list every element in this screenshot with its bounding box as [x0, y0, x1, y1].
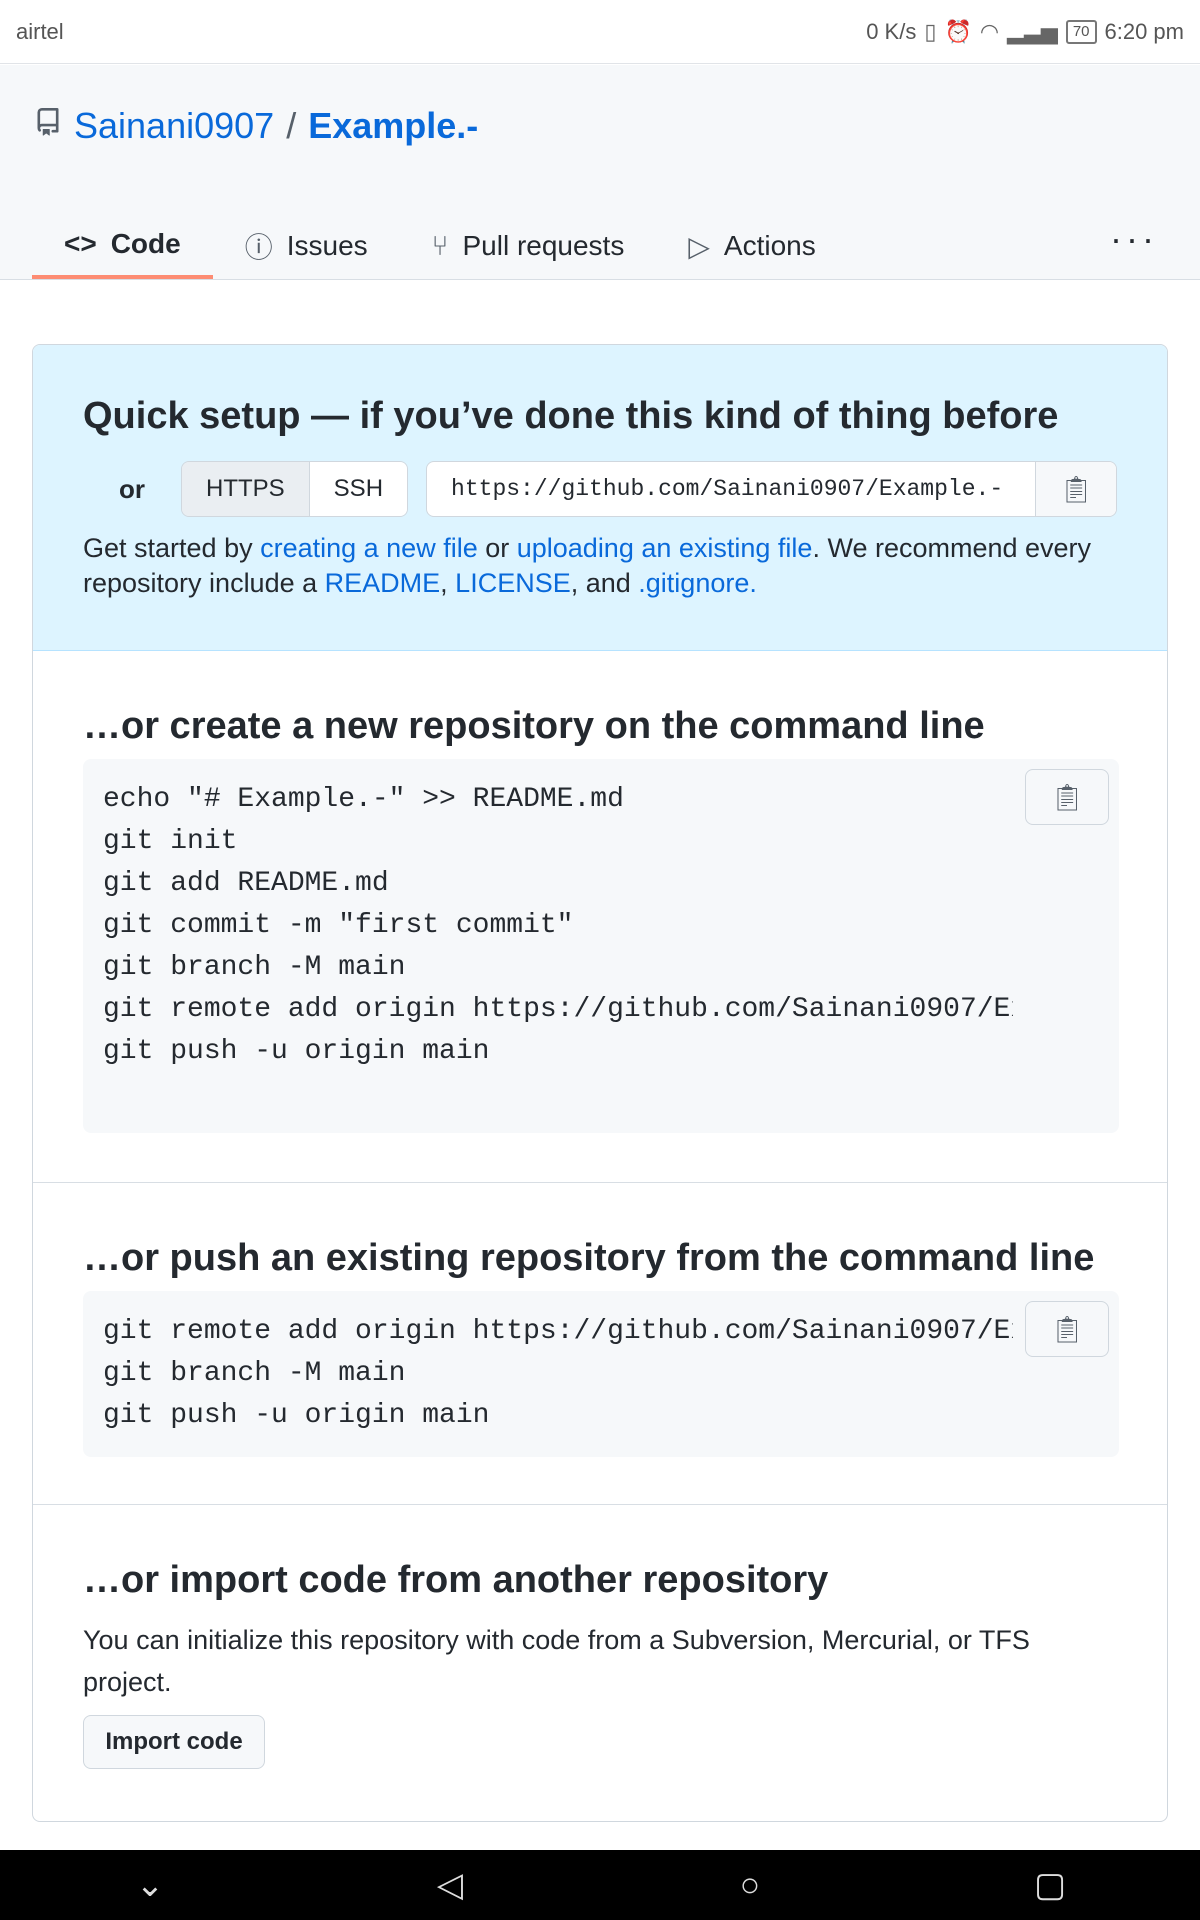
desc-text: or — [477, 533, 517, 563]
repo-header: Sainani0907 / Example.- <> Code ⓘ Issues… — [0, 65, 1200, 280]
network-speed: 0 K/s — [866, 18, 917, 44]
clipboard-icon: 📋︎ — [1050, 1313, 1084, 1344]
or-label: or — [119, 473, 145, 504]
https-button[interactable]: HTTPS — [182, 462, 310, 516]
repo-title: Sainani0907 / Example.- — [34, 105, 478, 147]
ssh-button[interactable]: SSH — [309, 462, 408, 516]
more-options-button[interactable]: ··· — [1110, 218, 1168, 274]
desc-text: Get started by — [83, 533, 261, 563]
tab-code[interactable]: <> Code — [32, 213, 213, 279]
create-repo-title: …or create a new repository on the comma… — [83, 705, 985, 747]
tab-code-label: Code — [110, 228, 181, 259]
push-repo-code: git remote add origin https://github.com… — [83, 1291, 1119, 1457]
create-repo-section: …or create a new repository on the comma… — [33, 651, 1167, 1183]
tab-actions[interactable]: ▷ Actions — [656, 213, 847, 279]
battery-icon: 70 — [1065, 19, 1097, 44]
system-nav-bar: ⌄ ◁ ○ ▢ — [0, 1850, 1200, 1920]
home-icon[interactable]: ○ — [690, 1866, 810, 1905]
import-section: …or import code from another repository … — [33, 1505, 1167, 1821]
kebab-horizontal-icon: ··· — [1110, 218, 1158, 259]
repo-name-link[interactable]: Example.- — [308, 105, 478, 147]
push-repo-title: …or push an existing repository from the… — [83, 1237, 1095, 1279]
create-repo-commands[interactable]: echo "# Example.-" >> README.md git init… — [103, 779, 1013, 1073]
repo-icon — [34, 105, 62, 147]
pull-request-icon: ⑂ — [431, 230, 449, 261]
quick-setup-title: Quick setup — if you’ve done this kind o… — [83, 395, 1059, 437]
tab-actions-label: Actions — [723, 230, 816, 261]
clipboard-icon: 📋︎ — [1059, 473, 1093, 504]
desc-text: . — [749, 568, 757, 598]
wifi-icon: ◠ — [979, 18, 1000, 44]
clock: 6:20 pm — [1104, 18, 1185, 44]
gitignore-link[interactable]: .gitignore — [638, 568, 749, 598]
repo-owner-link[interactable]: Sainani0907 — [74, 105, 274, 147]
alarm-icon: ⏰ — [944, 18, 972, 44]
tab-issues[interactable]: ⓘ Issues — [213, 213, 400, 279]
desc-text: , and — [570, 568, 639, 598]
chevron-down-icon[interactable]: ⌄ — [90, 1865, 210, 1905]
repo-separator: / — [286, 105, 297, 146]
quick-setup-description: Get started by creating a new file or up… — [83, 531, 1117, 601]
recents-icon[interactable]: ▢ — [990, 1865, 1110, 1905]
import-title: …or import code from another repository — [83, 1559, 829, 1601]
tab-pull-requests[interactable]: ⑂ Pull requests — [400, 213, 657, 279]
import-description: You can initialize this repository with … — [83, 1625, 1030, 1697]
back-icon[interactable]: ◁ — [390, 1865, 510, 1905]
clone-url-input[interactable]: https://github.com/Sainani0907/Example.- — [427, 462, 1035, 516]
repo-tabs: <> Code ⓘ Issues ⑂ Pull requests ▷ Actio… — [32, 213, 1168, 279]
status-icons: 0 K/s ▯ ⏰ ◠ ▂▃▅ 70 6:20 pm — [866, 19, 1184, 45]
issue-icon: ⓘ — [244, 232, 273, 263]
code-icon: <> — [64, 228, 97, 259]
signal-icon: ▂▃▅ — [1007, 18, 1058, 44]
license-link[interactable]: LICENSE — [455, 568, 571, 598]
create-new-file-link[interactable]: creating a new file — [260, 533, 478, 563]
clone-url-row: or HTTPS SSH https://github.com/Sainani0… — [83, 461, 1118, 517]
status-bar: airtel 0 K/s ▯ ⏰ ◠ ▂▃▅ 70 6:20 pm — [0, 0, 1200, 64]
carrier-label: airtel — [16, 18, 64, 44]
push-repo-commands[interactable]: git remote add origin https://github.com… — [103, 1311, 1013, 1437]
quick-setup-panel: Quick setup — if you’ve done this kind o… — [33, 345, 1167, 651]
clone-url-field: https://github.com/Sainani0907/Example.-… — [426, 461, 1118, 517]
copy-create-commands-button[interactable]: 📋︎ — [1025, 769, 1109, 825]
copy-url-button[interactable]: 📋︎ — [1035, 462, 1117, 516]
tab-pull-requests-label: Pull requests — [462, 230, 625, 261]
play-icon: ▷ — [688, 230, 710, 262]
copy-push-commands-button[interactable]: 📋︎ — [1025, 1301, 1109, 1357]
clipboard-icon: 📋︎ — [1050, 781, 1084, 812]
upload-file-link[interactable]: uploading an existing file — [517, 533, 813, 563]
push-repo-section: …or push an existing repository from the… — [33, 1183, 1167, 1505]
readme-link[interactable]: README — [325, 568, 441, 598]
vibrate-icon: ▯ — [924, 18, 937, 44]
import-code-button[interactable]: Import code — [83, 1715, 265, 1769]
tab-issues-label: Issues — [286, 230, 368, 261]
create-repo-code: echo "# Example.-" >> README.md git init… — [83, 759, 1119, 1133]
desc-text: , — [440, 568, 456, 598]
setup-box: Quick setup — if you’ve done this kind o… — [32, 344, 1168, 1822]
protocol-toggle: HTTPS SSH — [181, 461, 409, 517]
